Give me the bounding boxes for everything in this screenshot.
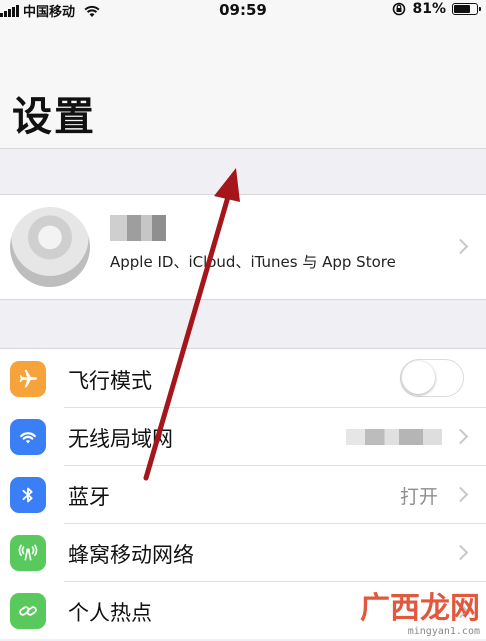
status-bar: 中国移动 09:59 81% (0, 0, 486, 20)
battery-level-fill (454, 5, 471, 13)
airplane-icon (10, 361, 46, 397)
airplane-mode-toggle[interactable] (400, 359, 464, 397)
page-title: 设置 (12, 94, 96, 140)
apple-id-subtitle: Apple ID、iCloud、iTunes 与 App Store (110, 253, 396, 271)
status-right: 81% (392, 1, 481, 17)
network-name-blurred (346, 429, 442, 445)
setting-label: 飞行模式 (68, 369, 152, 393)
chevron-right-icon (452, 238, 469, 255)
setting-label: 蓝牙 (68, 485, 110, 509)
bluetooth-status-value: 打开 (399, 486, 438, 508)
hotspot-icon (10, 593, 46, 629)
setting-row-airplane-mode[interactable]: 飞行模式 (0, 349, 486, 407)
apple-id-row[interactable]: Apple ID、iCloud、iTunes 与 App Store (0, 194, 486, 300)
battery-icon (452, 3, 481, 15)
watermark-logo: 广西龙网 (360, 591, 480, 626)
chevron-right-icon (452, 428, 469, 445)
nav-header: 设置 (0, 20, 486, 149)
setting-row-cellular[interactable]: 蜂窝移动网络 (0, 523, 486, 581)
battery-percent: 81% (412, 1, 446, 17)
rotation-lock-icon (393, 2, 406, 16)
toggle-knob (402, 361, 435, 394)
watermark: 广西龙网 mingyan1.com (360, 591, 480, 638)
avatar (10, 207, 90, 287)
setting-row-bluetooth[interactable]: 蓝牙 打开 (0, 465, 486, 523)
setting-label: 蜂窝移动网络 (68, 543, 194, 567)
chevron-right-icon (452, 544, 469, 561)
setting-label: 无线局域网 (68, 427, 173, 451)
account-name-blurred (110, 215, 166, 241)
wifi-icon (10, 419, 46, 455)
bluetooth-icon (10, 477, 46, 513)
cellular-icon (10, 535, 46, 571)
setting-row-wlan[interactable]: 无线局域网 (0, 407, 486, 465)
watermark-url: mingyan1.com (407, 626, 480, 637)
chevron-right-icon (452, 486, 469, 503)
setting-label: 个人热点 (68, 601, 152, 625)
